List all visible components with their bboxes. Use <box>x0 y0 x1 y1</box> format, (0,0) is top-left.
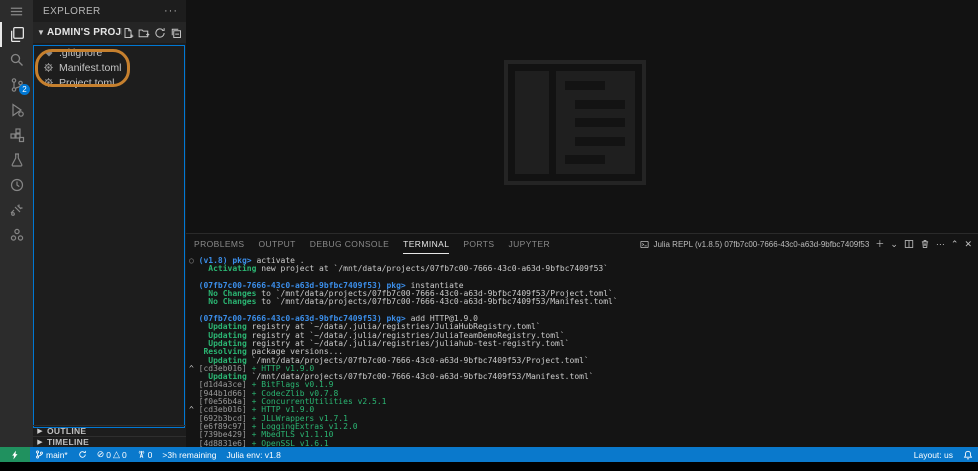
explorer-focus-border <box>33 45 185 428</box>
status-bar: main* ⊘ 0 △ 0 0 >3h remaining Julia env:… <box>0 447 978 462</box>
gitignore-file-icon <box>43 47 54 58</box>
warning-icon: △ <box>113 449 120 459</box>
project-section-label: ADMIN'S PROJECT 20 <box>47 27 122 38</box>
search-icon[interactable] <box>0 47 33 72</box>
terminal-selector[interactable]: Julia REPL (v1.8.5) 07fb7c00-7666-43c0-a… <box>640 240 869 249</box>
toml-gear-icon <box>43 62 54 73</box>
lightning-icon <box>12 450 18 459</box>
terminal-line: No Changes to `/mnt/data/projects/07fb7c… <box>189 297 618 307</box>
tab-output[interactable]: OUTPUT <box>258 234 295 254</box>
maximize-panel-icon[interactable]: ⌃ <box>951 239 959 249</box>
terminal-dropdown-icon[interactable]: ⌄ <box>890 239 898 249</box>
keyboard-layout-status[interactable]: Layout: us <box>909 450 958 460</box>
timeline-section[interactable]: ▶ TIMELINE <box>33 436 186 447</box>
file-row-manifest[interactable]: Manifest.toml <box>33 60 186 75</box>
extensions-icon[interactable] <box>0 122 33 147</box>
file-name: .gitignore <box>59 46 103 59</box>
timeline-label: TIMELINE <box>47 437 90 447</box>
remote-clock-icon[interactable] <box>0 172 33 197</box>
file-name: Project.toml <box>59 76 115 89</box>
explorer-sidebar: EXPLORER ··· ▼ ADMIN'S PROJECT 20 .gitig… <box>33 0 186 447</box>
split-terminal-icon[interactable] <box>904 239 914 249</box>
notifications-bell[interactable] <box>958 450 978 460</box>
chevron-right-icon: ▶ <box>37 428 43 435</box>
terminal-line: Activating new project at `/mnt/data/pro… <box>189 264 609 274</box>
tab-ports[interactable]: PORTS <box>463 234 494 254</box>
file-row-gitignore[interactable]: .gitignore <box>33 45 186 60</box>
new-terminal-icon[interactable]: ＋ <box>875 239 884 249</box>
testing-beaker-icon[interactable] <box>0 147 33 172</box>
error-icon: ⊘ <box>96 449 105 459</box>
vscode-window: 2 EXPLORER ··· ▼ ADMIN'S PROJ .gitignore… <box>0 0 978 471</box>
branch-status[interactable]: main* <box>30 450 73 460</box>
julia-icon[interactable] <box>0 222 33 247</box>
source-control-icon[interactable]: 2 <box>0 72 33 97</box>
project-section-header[interactable]: ▼ ADMIN'S PROJECT 20 <box>33 22 186 43</box>
refresh-icon[interactable] <box>154 27 166 39</box>
bell-icon <box>963 450 973 459</box>
close-panel-icon[interactable]: ✕ <box>964 239 972 249</box>
watermark-right-panel <box>556 71 635 174</box>
explorer-more-icon[interactable]: ··· <box>164 5 178 17</box>
terminal-output[interactable]: ○ (v1.8) pkg> activate . Activating new … <box>186 254 978 447</box>
explorer-icon[interactable] <box>0 22 33 47</box>
julia-env-status[interactable]: Julia env: v1.8 <box>222 450 286 460</box>
plug-icon[interactable] <box>0 197 33 222</box>
editor-area <box>186 0 978 233</box>
tab-problems[interactable]: PROBLEMS <box>194 234 244 254</box>
file-tree: .gitignore Manifest.toml Project.toml <box>33 43 186 90</box>
panel-header: PROBLEMS OUTPUT DEBUG CONSOLE TERMINAL P… <box>186 234 978 254</box>
git-branch-icon <box>36 450 43 459</box>
remote-indicator[interactable] <box>0 447 30 462</box>
file-name: Manifest.toml <box>59 61 122 74</box>
bottom-black-strip <box>0 462 978 471</box>
outline-label: OUTLINE <box>47 426 87 436</box>
time-remaining-status[interactable]: >3h remaining <box>157 450 221 460</box>
collapse-all-icon[interactable] <box>170 27 182 39</box>
more-actions-icon[interactable]: ··· <box>936 239 945 249</box>
run-debug-icon[interactable] <box>0 97 33 122</box>
chevron-down-icon: ▼ <box>37 28 45 37</box>
file-row-project[interactable]: Project.toml <box>33 75 186 90</box>
toml-gear-icon <box>43 77 54 88</box>
chevron-right-icon: ▶ <box>37 439 43 446</box>
sync-icon <box>79 450 86 458</box>
explorer-title: EXPLORER <box>43 5 101 17</box>
tab-debug-console[interactable]: DEBUG CONSOLE <box>310 234 389 254</box>
new-folder-icon[interactable] <box>138 27 150 39</box>
terminal-icon <box>640 240 650 248</box>
menu-icon[interactable] <box>0 0 33 22</box>
sync-status[interactable] <box>73 450 92 459</box>
tab-terminal[interactable]: TERMINAL <box>403 234 450 254</box>
bottom-panel: PROBLEMS OUTPUT DEBUG CONSOLE TERMINAL P… <box>186 233 978 447</box>
ports-status[interactable]: 0 <box>132 450 158 460</box>
kill-terminal-icon[interactable] <box>920 239 930 249</box>
outline-section[interactable]: ▶ OUTLINE <box>33 425 186 436</box>
scm-badge: 2 <box>19 84 30 95</box>
radio-tower-icon <box>138 450 144 458</box>
watermark-left-panel <box>515 71 549 174</box>
new-file-icon[interactable] <box>122 27 134 39</box>
problems-status[interactable]: ⊘ 0 △ 0 <box>92 450 132 460</box>
editor-watermark-illustration <box>504 60 646 185</box>
tab-jupyter[interactable]: JUPYTER <box>508 234 550 254</box>
activity-bar: 2 <box>0 0 33 447</box>
